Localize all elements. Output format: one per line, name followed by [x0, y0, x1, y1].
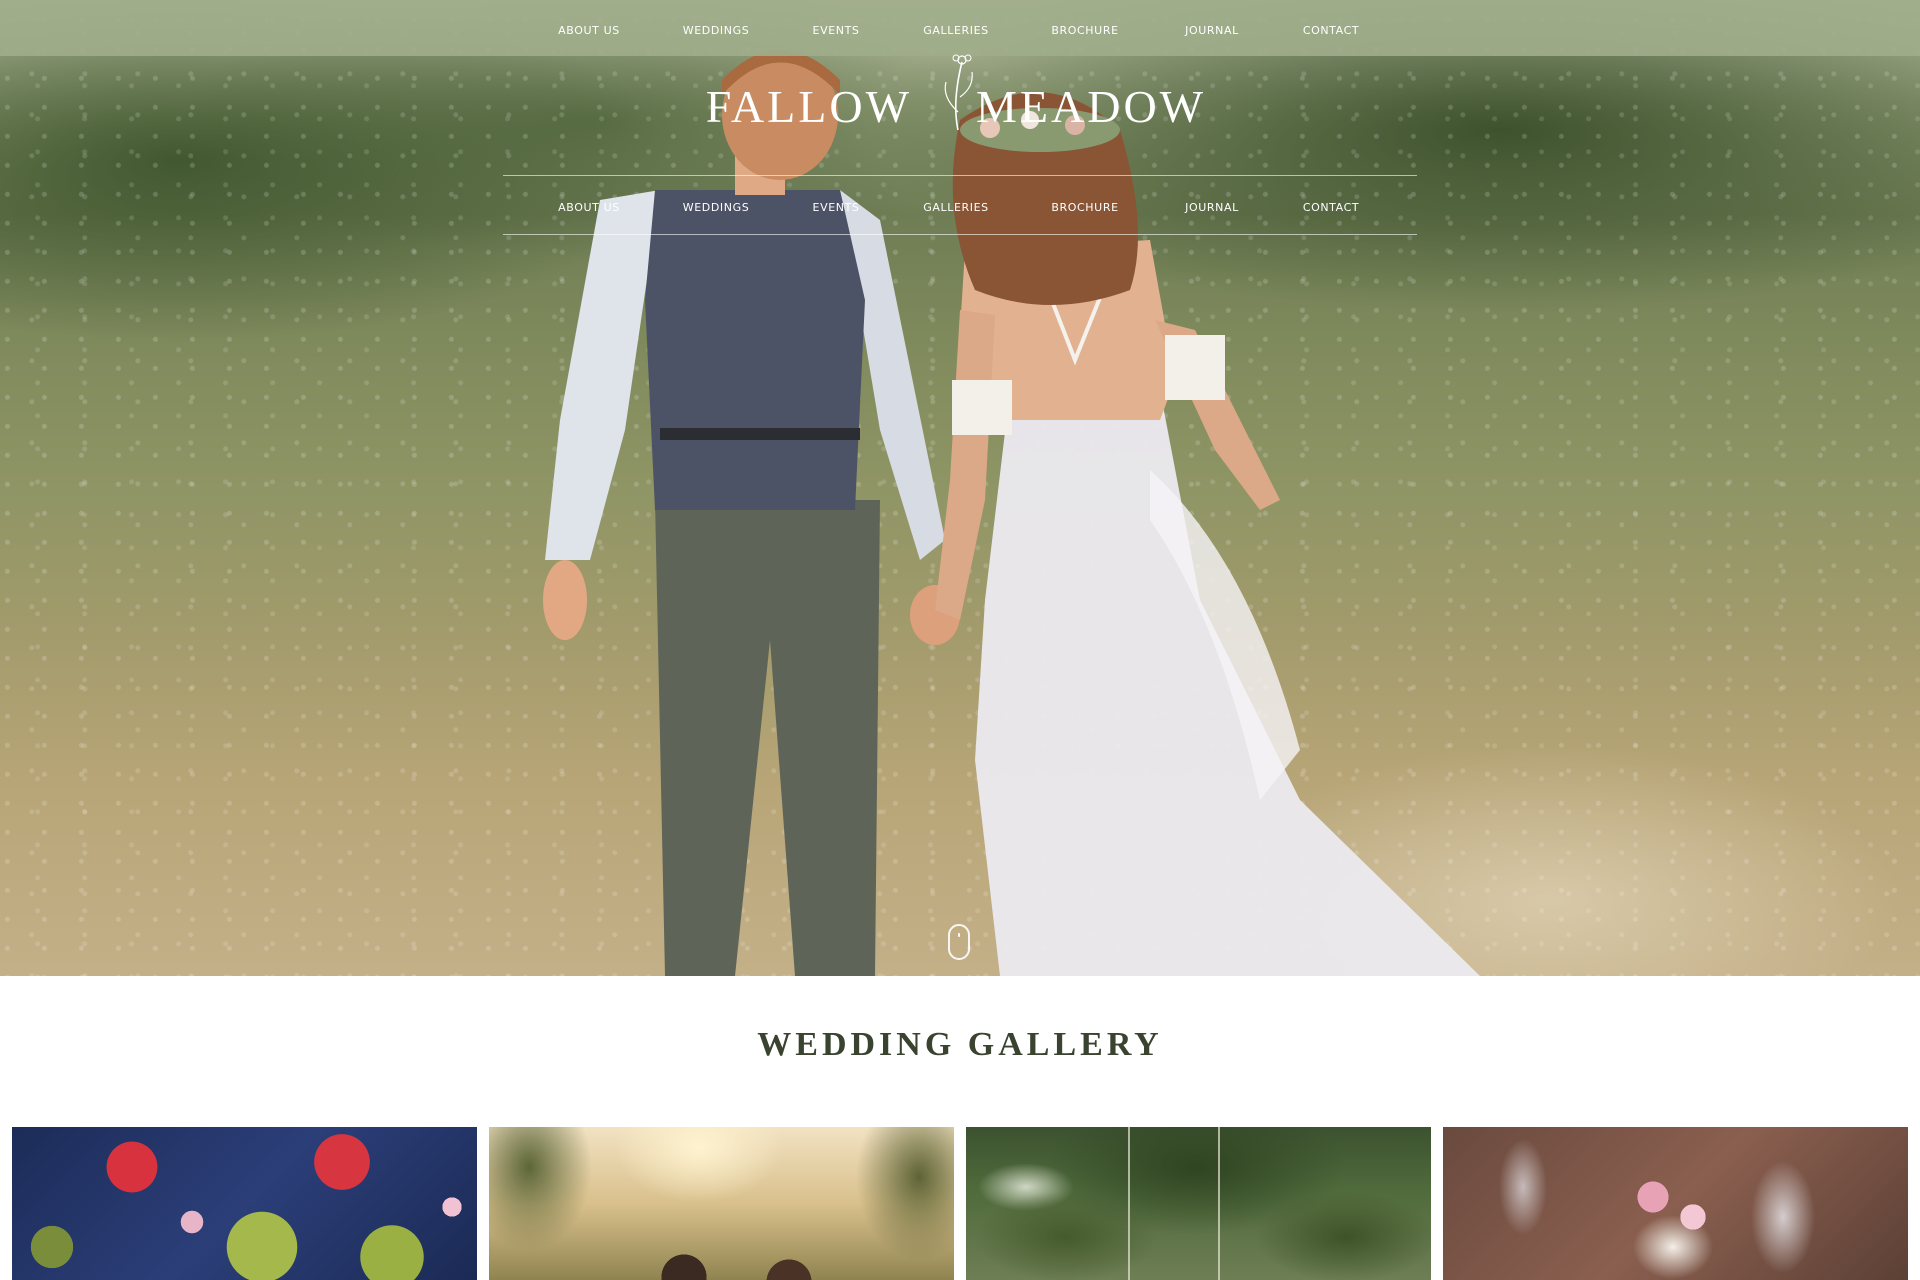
main-nav-weddings[interactable]: WEDDINGS [683, 201, 750, 214]
nav-journal[interactable]: JOURNAL [1185, 24, 1239, 37]
main-nav-events[interactable]: EVENTS [813, 201, 860, 214]
wildflower-icon [944, 54, 973, 131]
main-nav-brochure[interactable]: BROCHURE [1051, 201, 1118, 214]
swing-rope [1218, 1127, 1220, 1280]
hero-banner: ABOUT US WEDDINGS EVENTS GALLERIES BROCH… [0, 0, 1920, 976]
nav-divider-bottom [503, 234, 1417, 235]
nav-divider-top [503, 175, 1417, 176]
swing-rope [1128, 1127, 1130, 1280]
gallery-photo-table-flowers[interactable] [12, 1127, 477, 1280]
bride-figure [935, 92, 1480, 976]
main-nav-galleries[interactable]: GALLERIES [923, 201, 988, 214]
nav-about-us[interactable]: ABOUT US [558, 24, 620, 37]
gallery-photo-couple-sunset[interactable] [489, 1127, 954, 1280]
logo-word-meadow: MEADOW [976, 81, 1207, 132]
gallery-photo-table-glassware[interactable] [1443, 1127, 1908, 1280]
nav-events[interactable]: EVENTS [813, 24, 860, 37]
mouse-scroll-icon[interactable] [948, 924, 970, 960]
couple-photo [543, 50, 1480, 976]
nav-contact[interactable]: CONTACT [1303, 24, 1359, 37]
logo-word-fallow: FALLOW [705, 81, 912, 132]
main-nav-journal[interactable]: JOURNAL [1185, 201, 1239, 214]
nav-weddings[interactable]: WEDDINGS [683, 24, 750, 37]
nav-brochure[interactable]: BROCHURE [1051, 24, 1118, 37]
groom-figure [543, 50, 960, 976]
main-nav-about-us[interactable]: ABOUT US [558, 201, 620, 214]
nav-galleries[interactable]: GALLERIES [923, 24, 988, 37]
gallery-title: WEDDING GALLERY [757, 1026, 1163, 1063]
gallery-photo-tree-swing[interactable] [966, 1127, 1431, 1280]
main-nav-contact[interactable]: CONTACT [1303, 201, 1359, 214]
scroll-dot [958, 933, 960, 937]
